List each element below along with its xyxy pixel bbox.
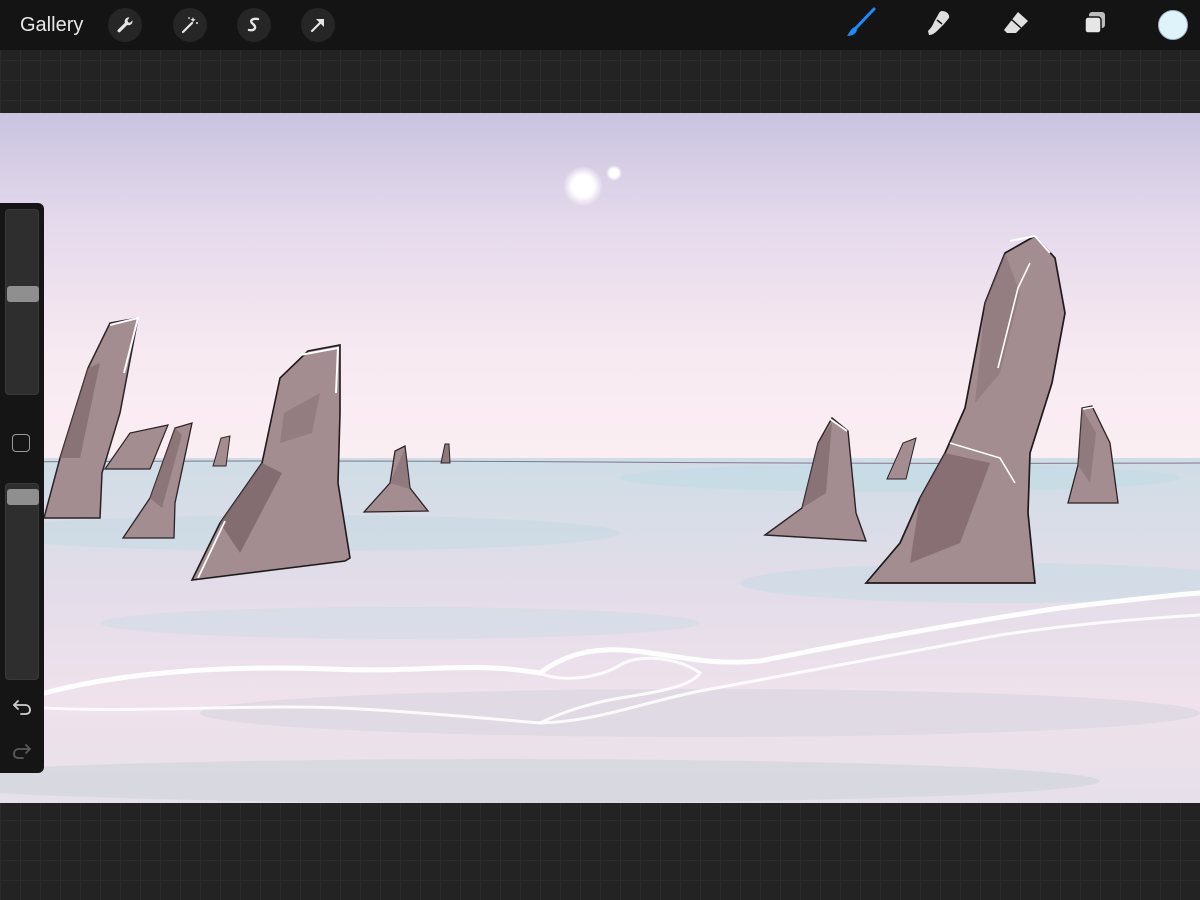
smudge-tool-button[interactable]	[920, 6, 958, 44]
opacity-slider[interactable]	[5, 483, 39, 680]
smudge-finger-icon	[924, 8, 954, 43]
redo-arrow-icon	[12, 740, 32, 765]
layers-button[interactable]	[1076, 6, 1114, 44]
wrench-icon	[115, 15, 135, 35]
undo-arrow-icon	[12, 696, 32, 721]
left-sidebar	[0, 203, 44, 773]
redo-button[interactable]	[10, 740, 34, 764]
undo-button[interactable]	[10, 696, 34, 720]
selection-s-icon	[244, 15, 264, 35]
drawing-canvas[interactable]	[0, 113, 1200, 803]
canvas-artwork	[0, 113, 1200, 803]
procreate-app: Gallery	[0, 0, 1200, 900]
arrow-cursor-icon	[308, 15, 328, 35]
brush-tool-button[interactable]	[842, 6, 880, 44]
eraser-tool-button[interactable]	[997, 6, 1035, 44]
magic-wand-icon	[180, 15, 200, 35]
layers-icon	[1081, 9, 1109, 42]
adjustments-button[interactable]	[173, 8, 207, 42]
actions-button[interactable]	[108, 8, 142, 42]
transform-button[interactable]	[301, 8, 335, 42]
selection-button[interactable]	[237, 8, 271, 42]
brush-icon	[844, 6, 878, 45]
modify-button[interactable]	[12, 434, 30, 452]
gallery-button[interactable]: Gallery	[20, 12, 83, 38]
brush-size-thumb[interactable]	[7, 285, 39, 302]
brush-size-slider[interactable]	[5, 209, 39, 395]
top-toolbar: Gallery	[0, 0, 1200, 50]
eraser-icon	[1001, 8, 1031, 43]
color-picker-swatch[interactable]	[1158, 10, 1188, 40]
opacity-thumb[interactable]	[7, 488, 39, 505]
